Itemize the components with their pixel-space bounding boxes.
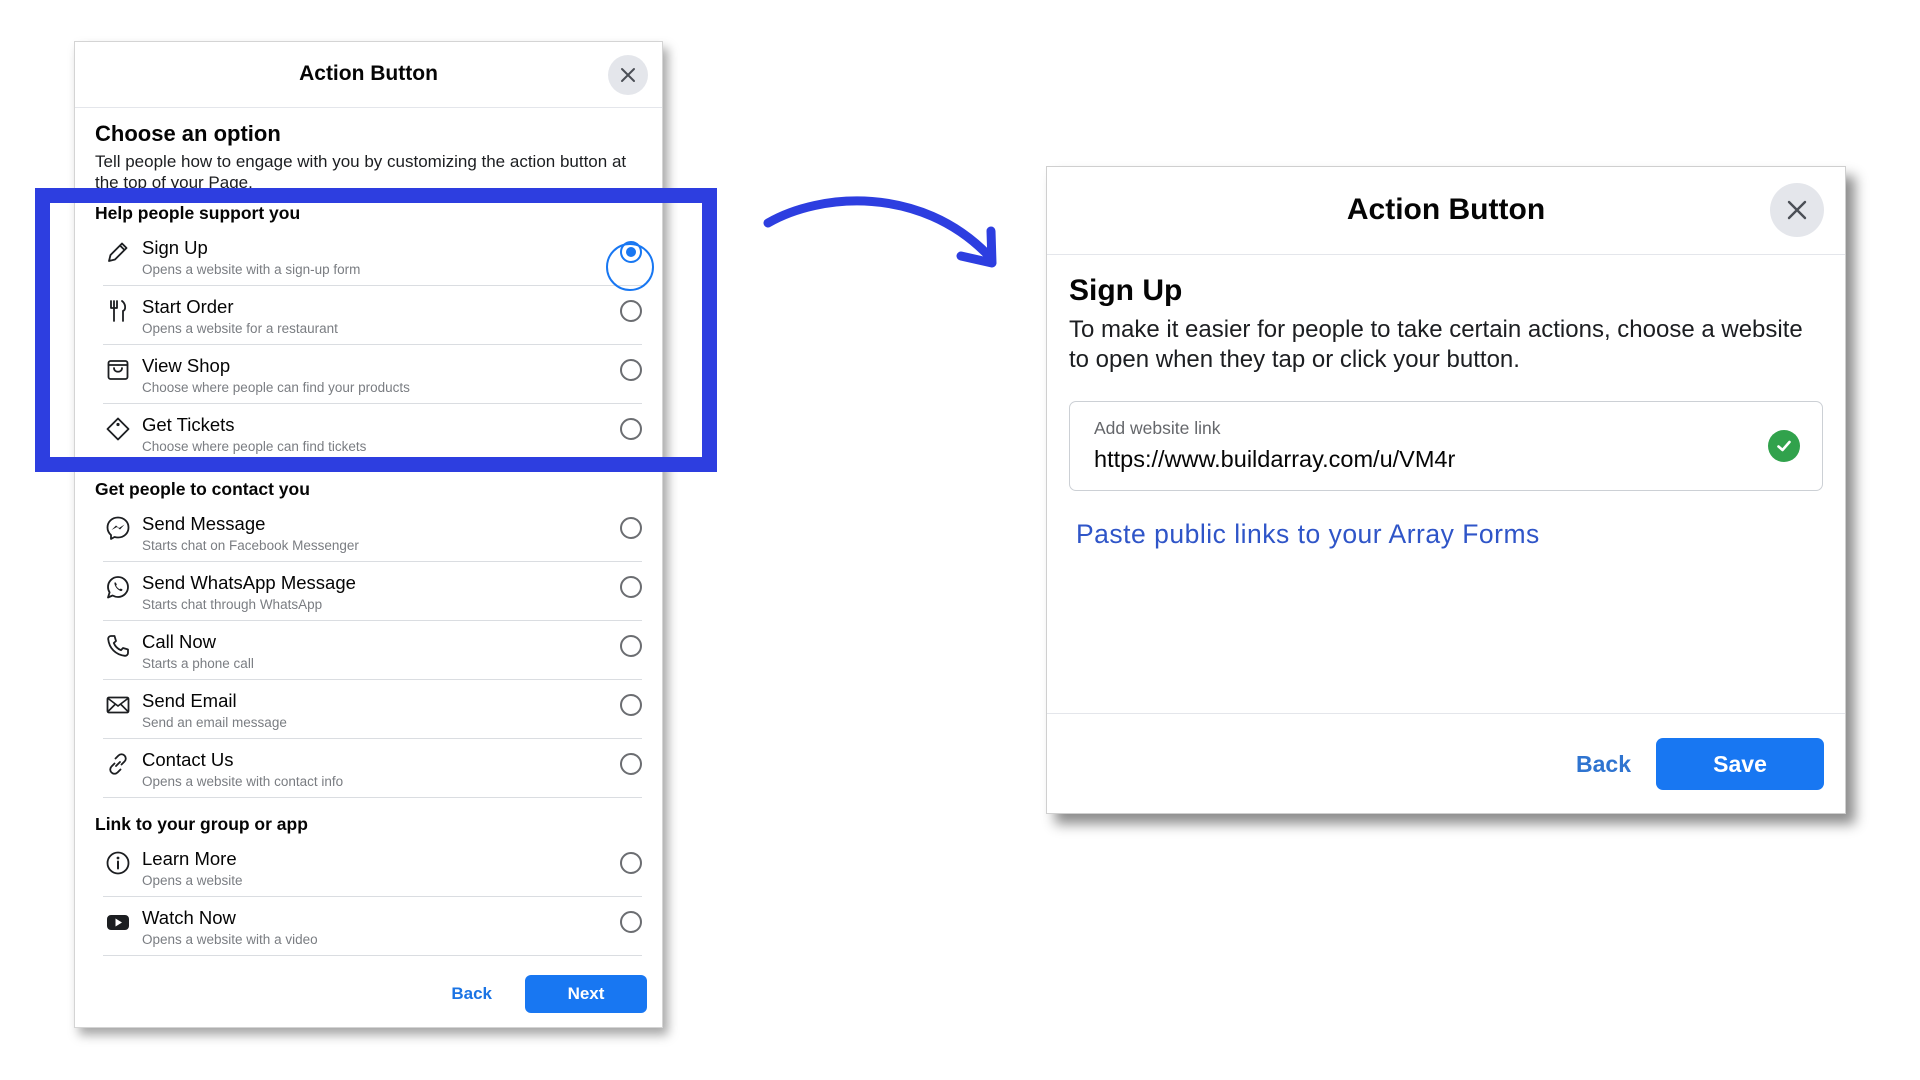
selected-ring <box>606 243 654 291</box>
option-description: Choose where people can find your produc… <box>142 380 410 395</box>
radio-view-shop[interactable] <box>620 359 642 381</box>
save-button[interactable]: Save <box>1656 738 1824 790</box>
back-button[interactable]: Back <box>1562 738 1645 790</box>
envelope-icon <box>103 690 133 720</box>
info-icon <box>103 848 133 878</box>
radio-send-message[interactable] <box>620 517 642 539</box>
options-list: Help people support you Sign Up Opens a … <box>95 199 654 956</box>
option-label: Send Email <box>142 690 237 711</box>
whatsapp-icon <box>103 572 133 602</box>
radio-start-order[interactable] <box>620 300 642 322</box>
ticket-icon <box>103 414 133 444</box>
option-description: Send an email message <box>142 715 287 730</box>
option-description: Opens a website with a video <box>142 932 318 947</box>
option-start-order[interactable]: Start Order Opens a website for a restau… <box>103 286 642 345</box>
option-label: Send Message <box>142 513 266 534</box>
check-circle-icon <box>1768 430 1800 462</box>
option-watch-now[interactable]: Watch Now Opens a website with a video <box>103 897 642 956</box>
website-link-label: Add website link <box>1094 418 1221 438</box>
option-view-shop[interactable]: View Shop Choose where people can find y… <box>103 345 642 404</box>
utensils-icon <box>103 296 133 326</box>
option-label: Send WhatsApp Message <box>142 572 356 593</box>
radio-send-whatsapp[interactable] <box>620 576 642 598</box>
option-label: View Shop <box>142 355 231 376</box>
option-send-whatsapp[interactable]: Send WhatsApp Message Starts chat throug… <box>103 562 642 621</box>
dialog-header: Action Button <box>75 42 662 108</box>
dialog-header: Action Button <box>1047 167 1845 255</box>
dialog-footer: Back Next <box>75 957 662 1027</box>
option-label: Call Now <box>142 631 217 652</box>
curved-arrow-icon <box>763 196 997 268</box>
option-description: Choose where people can find tickets <box>142 439 367 454</box>
dialog-title: Action Button <box>299 62 438 85</box>
signup-heading: Sign Up <box>1069 274 1183 307</box>
pencil-icon <box>103 237 133 267</box>
close-button[interactable] <box>608 55 648 95</box>
radio-learn-more[interactable] <box>620 852 642 874</box>
section-title-group-app: Link to your group or app <box>95 814 308 834</box>
radio-send-email[interactable] <box>620 694 642 716</box>
option-description: Opens a website <box>142 873 243 888</box>
option-description: Starts a phone call <box>142 656 254 671</box>
action-button-dialog-signup: Action Button Sign Up To make it easier … <box>1046 166 1846 814</box>
section-title-support: Help people support you <box>95 203 301 223</box>
video-play-icon <box>103 907 133 937</box>
paste-links-note[interactable]: Paste public links to your Array Forms <box>1076 519 1540 550</box>
dialog-title: Action Button <box>1346 193 1546 226</box>
option-description: Starts chat on Facebook Messenger <box>142 538 359 553</box>
signup-description: To make it easier for people to take cer… <box>1069 316 1803 373</box>
option-get-tickets[interactable]: Get Tickets Choose where people can find… <box>103 404 642 463</box>
link-icon <box>103 749 133 779</box>
action-button-dialog-options: Action Button Choose an option Tell peop… <box>74 41 663 1028</box>
option-label: Sign Up <box>142 237 208 258</box>
intro-title: Choose an option <box>95 121 281 146</box>
intro-description: Tell people how to engage with you by cu… <box>95 152 627 192</box>
option-label: Watch Now <box>142 907 236 928</box>
option-description: Starts chat through WhatsApp <box>142 597 323 612</box>
option-label: Get Tickets <box>142 414 235 435</box>
website-link-field[interactable]: Add website link https://www.buildarray.… <box>1069 401 1823 491</box>
option-send-email[interactable]: Send Email Send an email message <box>103 680 642 739</box>
next-button[interactable]: Next <box>525 975 647 1013</box>
close-icon <box>1787 200 1807 220</box>
option-description: Opens a website with contact info <box>142 774 344 789</box>
option-description: Opens a website with a sign-up form <box>142 262 361 277</box>
radio-sign-up[interactable] <box>606 241 654 291</box>
option-label: Contact Us <box>142 749 234 770</box>
radio-contact-us[interactable] <box>620 753 642 775</box>
shop-icon <box>103 355 133 385</box>
option-contact-us[interactable]: Contact Us Opens a website with contact … <box>103 739 642 798</box>
option-learn-more[interactable]: Learn More Opens a website <box>103 838 642 897</box>
section-title-contact: Get people to contact you <box>95 479 310 499</box>
radio-watch-now[interactable] <box>620 911 642 933</box>
radio-get-tickets[interactable] <box>620 418 642 440</box>
option-label: Learn More <box>142 848 237 869</box>
option-call-now[interactable]: Call Now Starts a phone call <box>103 621 642 680</box>
option-label: Start Order <box>142 296 234 317</box>
back-button[interactable]: Back <box>441 975 502 1013</box>
close-icon <box>621 68 635 82</box>
close-button[interactable] <box>1770 183 1824 237</box>
option-sign-up[interactable]: Sign Up Opens a website with a sign-up f… <box>103 227 654 291</box>
dialog-body: Sign Up To make it easier for people to … <box>1069 273 1823 550</box>
phone-icon <box>103 631 133 661</box>
website-link-input[interactable]: https://www.buildarray.com/u/VM4r <box>1094 446 1455 473</box>
radio-call-now[interactable] <box>620 635 642 657</box>
option-description: Opens a website for a restaurant <box>142 321 338 336</box>
messenger-icon <box>103 513 133 543</box>
dialog-footer: Back Save <box>1047 713 1845 813</box>
option-send-message[interactable]: Send Message Starts chat on Facebook Mes… <box>103 503 642 562</box>
